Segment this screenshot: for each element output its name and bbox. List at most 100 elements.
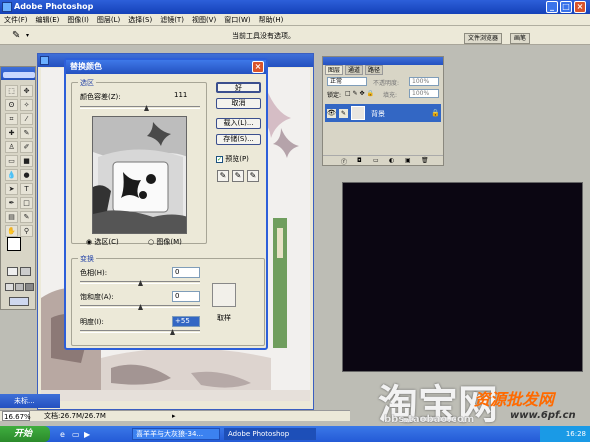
- dialog-title-bar[interactable]: 替换颜色 ×: [66, 60, 266, 74]
- menu-select[interactable]: 选择(S): [124, 14, 156, 26]
- fill-label: 填充:: [383, 92, 398, 99]
- quicklaunch-ie-icon[interactable]: e: [60, 430, 65, 439]
- visibility-eye-icon[interactable]: 👁: [327, 109, 336, 118]
- start-button[interactable]: 开始: [0, 426, 50, 442]
- move-tool-icon[interactable]: ✥: [20, 85, 33, 97]
- selection-preview[interactable]: [92, 116, 187, 234]
- zoom-tool-icon[interactable]: ⚲: [20, 225, 33, 237]
- zoom-field[interactable]: 16.67%: [2, 411, 31, 421]
- preview-checkbox[interactable]: ✓ 预览(P): [216, 154, 249, 164]
- tool-grid: ⬚ ✥ ʘ ✧ ⌗ ⁄ ✚ ✎ ♙ ✐ ▭ ■ 💧 ● ➤ T ✒ □ ▤ ✎ ✋ ⚲: [4, 84, 34, 238]
- status-menu-arrow-icon[interactable]: ▸: [172, 411, 176, 421]
- healing-brush-tool-icon[interactable]: ✚: [5, 127, 18, 139]
- hand-tool-icon[interactable]: ✋: [5, 225, 18, 237]
- gradient-tool-icon[interactable]: ■: [20, 155, 33, 167]
- tool-preset-dropdown-icon[interactable]: ▾: [26, 32, 29, 39]
- screen-mode-standard-icon[interactable]: [5, 283, 14, 291]
- menu-window[interactable]: 窗口(W): [220, 14, 254, 26]
- document-icon: [40, 56, 49, 65]
- radio-selection[interactable]: ◉ 选区(C): [86, 237, 119, 247]
- fuzziness-slider[interactable]: [80, 106, 200, 109]
- file-browser-tab[interactable]: 文件浏览器: [464, 33, 503, 44]
- brushes-tab[interactable]: 画笔: [510, 33, 531, 44]
- new-layer-icon[interactable]: ▣: [405, 157, 411, 164]
- menu-layer[interactable]: 图层(L): [93, 14, 124, 26]
- quicklaunch-media-icon[interactable]: ▶: [84, 430, 90, 439]
- fill-field[interactable]: 100%: [409, 89, 439, 98]
- type-tool-icon[interactable]: T: [20, 183, 33, 195]
- menu-image[interactable]: 图像(I): [63, 14, 93, 26]
- magic-wand-tool-icon[interactable]: ✧: [20, 99, 33, 111]
- lightness-field[interactable]: +55: [172, 316, 200, 327]
- pen-tool-icon[interactable]: ✒: [5, 197, 18, 209]
- menu-edit[interactable]: 编辑(E): [32, 14, 64, 26]
- slice-tool-icon[interactable]: ⁄: [20, 113, 33, 125]
- radio-image[interactable]: ○ 图像(M): [148, 237, 182, 247]
- layer-row-background[interactable]: 👁 ✎ 背景 🔒: [325, 104, 441, 122]
- layer-thumbnail: [351, 106, 365, 120]
- history-brush-tool-icon[interactable]: ✐: [20, 141, 33, 153]
- cancel-button[interactable]: 取消: [216, 98, 261, 109]
- delete-layer-icon[interactable]: 🗑: [421, 157, 429, 164]
- menu-filter[interactable]: 滤镜(T): [156, 14, 188, 26]
- menu-file[interactable]: 文件(F): [0, 14, 32, 26]
- save-button[interactable]: 存储(S)...: [216, 134, 261, 145]
- quicklaunch-desktop-icon[interactable]: ▭: [72, 430, 80, 439]
- shape-tool-icon[interactable]: □: [20, 197, 33, 209]
- layers-footer: ⓕ ◘ ▭ ◐ ▣ 🗑: [323, 155, 443, 166]
- screen-mode-full-icon[interactable]: [25, 283, 34, 291]
- fuzziness-value[interactable]: 111: [172, 91, 202, 102]
- eyedropper-icon[interactable]: ✎: [217, 170, 229, 182]
- blur-tool-icon[interactable]: 💧: [5, 169, 18, 181]
- tab-paths[interactable]: 路径: [365, 65, 384, 75]
- taskbar-item-photoshop[interactable]: Adobe Photoshop: [224, 428, 316, 440]
- load-button[interactable]: 载入(L)...: [216, 118, 261, 129]
- blend-mode-select[interactable]: 正常: [327, 77, 367, 86]
- lasso-tool-icon[interactable]: ʘ: [5, 99, 18, 111]
- lightness-label: 明度(I):: [80, 318, 104, 326]
- clone-stamp-tool-icon[interactable]: ♙: [5, 141, 18, 153]
- notes-tool-icon[interactable]: ▤: [5, 211, 18, 223]
- saturation-field[interactable]: 0: [172, 291, 200, 302]
- adjustment-layer-icon[interactable]: ◐: [389, 157, 394, 164]
- adobe-online-icon[interactable]: [3, 72, 35, 78]
- tab-layers[interactable]: 图层: [325, 65, 344, 75]
- lightness-slider[interactable]: [80, 330, 200, 333]
- menu-help[interactable]: 帮助(H): [255, 14, 288, 26]
- screen-mode-full-menu-icon[interactable]: [15, 283, 24, 291]
- layer-mask-icon[interactable]: ◘: [357, 157, 362, 164]
- radio-image-label: 图像(M): [156, 238, 182, 246]
- taskbar-item-video[interactable]: 喜羊羊与大灰狼-34...: [132, 428, 220, 440]
- close-button[interactable]: ×: [574, 1, 586, 13]
- eraser-tool-icon[interactable]: ▭: [5, 155, 18, 167]
- hue-field[interactable]: 0: [172, 267, 200, 278]
- minimize-button[interactable]: _: [546, 1, 558, 13]
- crop-tool-icon[interactable]: ⌗: [5, 113, 18, 125]
- opacity-field[interactable]: 100%: [409, 77, 439, 86]
- marquee-tool-icon[interactable]: ⬚: [5, 85, 18, 97]
- layer-style-icon[interactable]: ⓕ: [341, 157, 347, 166]
- eyedropper-tool-icon[interactable]: ✎: [12, 30, 20, 41]
- brush-tool-icon[interactable]: ✎: [20, 127, 33, 139]
- lock-icons[interactable]: □ ✎ ✥ 🔒: [345, 90, 374, 97]
- sample-color-swatch[interactable]: [212, 283, 236, 307]
- foreground-color-swatch[interactable]: [7, 237, 21, 251]
- black-document-canvas[interactable]: [342, 182, 583, 372]
- ok-button[interactable]: 好: [216, 82, 261, 93]
- quick-mask-mode-icon[interactable]: [20, 267, 31, 276]
- maximize-button[interactable]: □: [560, 1, 572, 13]
- minimized-document-tab[interactable]: 未标...: [0, 394, 60, 408]
- layers-panel-title-bar[interactable]: [323, 57, 443, 65]
- tab-channels[interactable]: 通道: [345, 65, 364, 75]
- eyedropper-minus-icon[interactable]: ✎: [247, 170, 259, 182]
- dodge-tool-icon[interactable]: ●: [20, 169, 33, 181]
- new-set-icon[interactable]: ▭: [373, 157, 379, 164]
- eyedropper-tool-icon-2[interactable]: ✎: [20, 211, 33, 223]
- jump-to-imageready-icon[interactable]: [9, 297, 29, 306]
- menu-view[interactable]: 视图(V): [188, 14, 220, 26]
- dialog-close-icon[interactable]: ×: [252, 61, 264, 73]
- path-selection-tool-icon[interactable]: ➤: [5, 183, 18, 195]
- eyedropper-plus-icon[interactable]: ✎: [232, 170, 244, 182]
- standard-mode-icon[interactable]: [7, 267, 18, 276]
- brush-link-icon[interactable]: ✎: [339, 109, 348, 118]
